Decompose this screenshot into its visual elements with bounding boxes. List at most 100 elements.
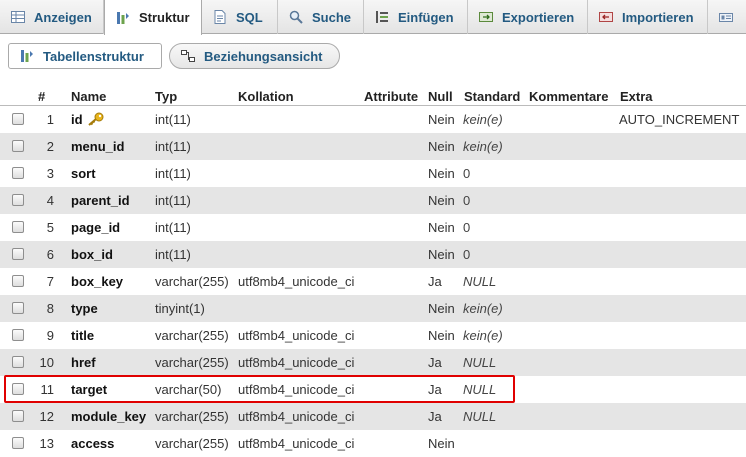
sql-icon (214, 10, 226, 24)
column-name-text: module_key (71, 409, 147, 424)
column-default-text: NULL (463, 409, 497, 424)
column-null-text: Nein (428, 166, 455, 181)
tab-suche[interactable]: Suche (278, 0, 364, 34)
tab-bar: Anzeigen Struktur SQL Suche Einfügen Exp… (0, 0, 746, 35)
row-checkbox[interactable] (12, 248, 24, 260)
column-default-text: NULL (463, 355, 497, 370)
row-num: 12 (32, 403, 54, 430)
row-num-text: 2 (46, 139, 54, 154)
column-type: int(11) (155, 133, 191, 160)
tab-anzeigen[interactable]: Anzeigen (0, 0, 104, 34)
column-null: Nein (428, 295, 455, 322)
row-num-text: 6 (46, 247, 54, 262)
column-name-text: sort (71, 166, 96, 181)
table-header: # Name Typ Kollation Attribute Null Stan… (0, 88, 746, 106)
row-checkbox[interactable] (12, 221, 24, 233)
column-name: page_id (71, 214, 120, 241)
row-checkbox[interactable] (12, 383, 24, 395)
column-default-text: kein(e) (463, 301, 503, 316)
row-num: 13 (32, 430, 54, 457)
row-num: 6 (32, 241, 54, 268)
structure-icon (117, 11, 129, 24)
header-extra[interactable]: Extra (620, 89, 653, 104)
column-name-text: target (71, 382, 108, 397)
column-default: NULL (463, 403, 496, 430)
row-checkbox[interactable] (12, 140, 24, 152)
column-collation: utf8mb4_unicode_ci (238, 430, 354, 457)
column-name-text: access (71, 436, 115, 451)
column-default-text: 0 (463, 247, 471, 262)
browse-icon (11, 11, 25, 23)
column-type-text: int(11) (155, 112, 191, 127)
header-comments[interactable]: Kommentare (529, 89, 608, 104)
column-default-text: 0 (463, 166, 471, 181)
header-attributes[interactable]: Attribute (364, 89, 418, 104)
row-checkbox[interactable] (12, 167, 24, 179)
tab-exportieren[interactable]: Exportieren (468, 0, 588, 34)
table-row: 9 title varchar(255) utf8mb4_unicode_ci Nein… (0, 322, 746, 349)
column-null-text: Nein (428, 220, 455, 235)
column-name-text: box_key (71, 274, 124, 289)
row-checkbox[interactable] (12, 329, 24, 341)
column-collation-text: utf8mb4_unicode_ci (238, 355, 355, 370)
column-collation-text: utf8mb4_unicode_ci (238, 436, 355, 451)
header-default[interactable]: Standard (464, 89, 520, 104)
tab-sql[interactable]: SQL (202, 0, 278, 34)
column-default: kein(e) (463, 295, 503, 322)
column-type-text: int(11) (155, 166, 191, 181)
column-name-text: id (71, 112, 83, 127)
row-num-text: 10 (39, 355, 54, 370)
table-row: 11 target varchar(50) utf8mb4_unicode_ci Ja N… (0, 376, 746, 403)
row-checkbox[interactable] (12, 275, 24, 287)
tab-label: Struktur (139, 10, 190, 25)
column-default-text: kein(e) (463, 139, 503, 154)
column-type-text: tinyint(1) (155, 301, 205, 316)
column-default: NULL (463, 376, 496, 403)
column-collation-text: utf8mb4_unicode_ci (238, 382, 355, 397)
column-type-text: int(11) (155, 247, 191, 262)
column-null-text: Nein (428, 328, 455, 343)
row-num: 1 (32, 106, 54, 133)
column-name: target (71, 376, 107, 403)
row-checkbox[interactable] (12, 437, 24, 449)
column-default: 0 (463, 214, 470, 241)
column-name-text: menu_id (71, 139, 125, 154)
header-type[interactable]: Typ (155, 89, 177, 104)
row-num-text: 12 (39, 409, 54, 424)
table-row: 13 access varchar(255) utf8mb4_unicode_ci Ne… (0, 430, 746, 457)
column-collation: utf8mb4_unicode_ci (238, 268, 354, 295)
row-num-text: 9 (46, 328, 54, 343)
row-checkbox[interactable] (12, 410, 24, 422)
column-type-text: int(11) (155, 220, 191, 235)
column-collation-text: utf8mb4_unicode_ci (238, 409, 355, 424)
header-num[interactable]: # (38, 89, 45, 104)
table-row: 10 href varchar(255) utf8mb4_unicode_ci Ja NU… (0, 349, 746, 376)
table-row: 5 page_id int(11) Nein 0 (0, 214, 746, 241)
row-checkbox[interactable] (12, 302, 24, 314)
column-null-text: Ja (428, 274, 442, 289)
row-checkbox[interactable] (12, 113, 24, 125)
row-checkbox[interactable] (12, 194, 24, 206)
column-default-text: kein(e) (463, 328, 503, 343)
column-type-text: int(11) (155, 193, 191, 208)
column-type: varchar(50) (155, 376, 221, 403)
column-null: Ja (428, 268, 442, 295)
header-name[interactable]: Name (71, 89, 106, 104)
column-name: box_id (71, 241, 113, 268)
table-row: 12 module_key varchar(255) utf8mb4_unicode_… (0, 403, 746, 430)
header-collation[interactable]: Kollation (238, 89, 294, 104)
tab-struktur[interactable]: Struktur (104, 0, 202, 35)
column-null-text: Nein (428, 139, 455, 154)
table-row: 7 box_key varchar(255) utf8mb4_unicode_ci Ja… (0, 268, 746, 295)
header-null[interactable]: Null (428, 89, 453, 104)
tab-importieren[interactable]: Importieren (588, 0, 708, 34)
table-structure-button[interactable]: Tabellenstruktur (8, 43, 162, 69)
column-null-text: Ja (428, 382, 442, 397)
column-name-text: page_id (71, 220, 121, 235)
tab-einfuegen[interactable]: Einfügen (364, 0, 468, 34)
row-checkbox[interactable] (12, 356, 24, 368)
table-structure-label: Tabellenstruktur (43, 48, 144, 64)
column-type: tinyint(1) (155, 295, 205, 322)
tab-more[interactable] (708, 0, 746, 34)
relation-view-button[interactable]: Beziehungsansicht (169, 43, 340, 69)
